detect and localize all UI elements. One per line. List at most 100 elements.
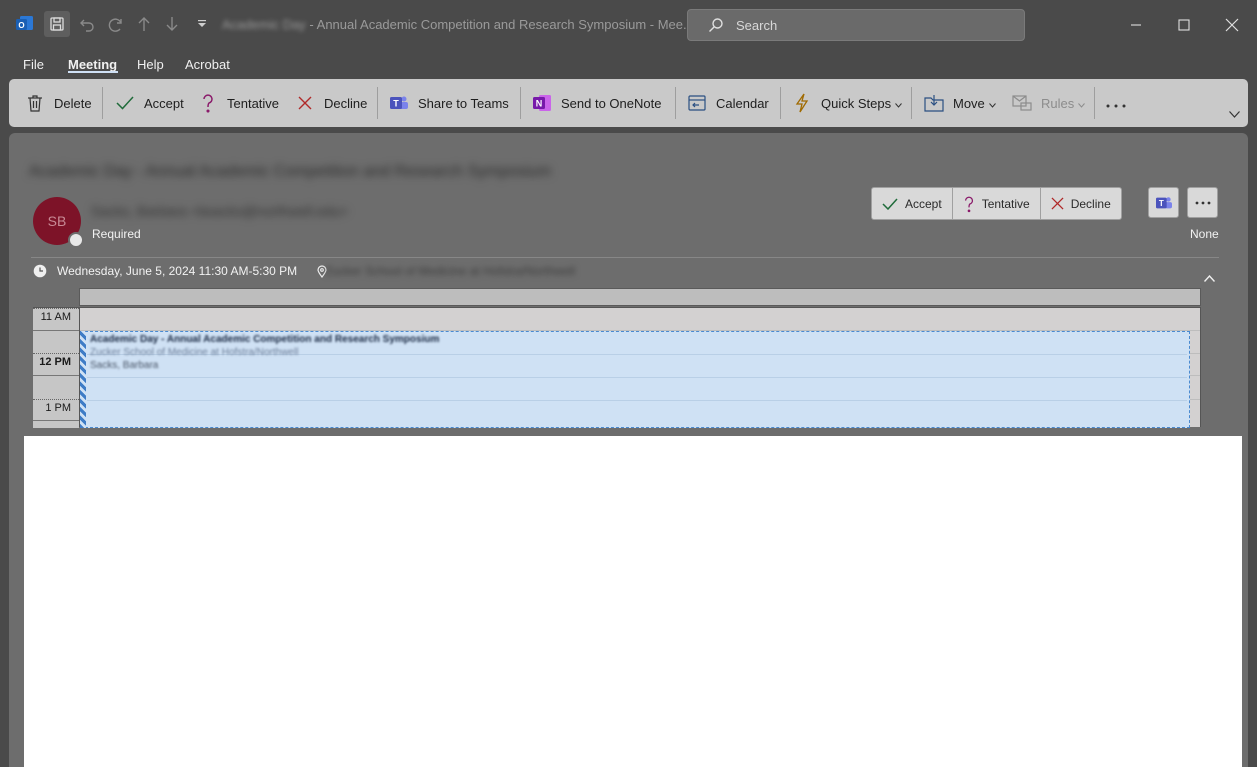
ribbon-separator — [377, 87, 378, 119]
menu-bar: File Meeting Help Acrobat — [0, 50, 1257, 78]
ellipsis-icon — [1195, 201, 1210, 204]
outlook-app-icon[interactable]: O — [15, 14, 35, 34]
save-button[interactable] — [44, 11, 70, 37]
time-divider — [33, 308, 79, 309]
onenote-icon: N — [532, 93, 552, 113]
hour-label-1pm: 1 PM — [45, 402, 71, 414]
active-tab-underline — [68, 71, 118, 73]
rsvp-accept-button[interactable]: Accept — [872, 188, 953, 219]
header-divider — [31, 257, 1219, 258]
rules-icon — [1012, 93, 1032, 113]
move-button[interactable]: Move — [924, 79, 996, 127]
decline-button[interactable]: Decline — [295, 79, 367, 127]
chevron-down-icon — [895, 96, 902, 111]
undo-icon[interactable] — [77, 14, 97, 34]
svg-text:N: N — [536, 99, 543, 109]
clock-icon — [33, 264, 47, 278]
decline-label: Decline — [324, 95, 368, 111]
meeting-datetime: Wednesday, June 5, 2024 11:30 AM-5:30 PM — [57, 264, 298, 278]
window-title-blurred: Academic Day — [222, 17, 306, 32]
menu-meeting[interactable]: Meeting — [68, 57, 117, 72]
maximize-button[interactable] — [1172, 13, 1196, 37]
event-title: Academic Day - Annual Academic Competiti… — [90, 334, 440, 345]
tentative-button[interactable]: Tentative — [198, 79, 279, 127]
menu-acrobat[interactable]: Acrobat — [185, 57, 230, 72]
rsvp-decline-button[interactable]: Decline — [1041, 188, 1121, 219]
hour-label-11am: 11 AM — [40, 311, 71, 323]
ribbon-toolbar: Delete Accept Tentative Decline T Share … — [9, 79, 1248, 127]
delete-button[interactable]: Delete — [25, 79, 92, 127]
expand-ribbon-icon[interactable] — [1229, 105, 1240, 123]
close-button[interactable] — [1220, 13, 1244, 37]
share-to-teams-button[interactable]: T Share to Teams — [389, 79, 509, 127]
more-options-button[interactable] — [1106, 79, 1126, 127]
rules-label: Rules — [1041, 95, 1075, 111]
question-mark-icon — [198, 93, 218, 113]
teams-icon: T — [389, 93, 409, 113]
time-divider — [33, 420, 79, 421]
more-actions-button[interactable] — [1187, 187, 1218, 218]
calendar-icon — [687, 93, 707, 113]
message-body[interactable] — [24, 436, 1242, 767]
collapse-chevron-up-icon[interactable] — [1203, 269, 1216, 287]
accept-button[interactable]: Accept — [115, 79, 184, 127]
minimize-button[interactable] — [1124, 13, 1148, 37]
quick-steps-button[interactable]: Quick Steps — [792, 79, 902, 127]
window-title: Academic Day - Annual Academic Competiti… — [222, 17, 694, 32]
ribbon-separator — [102, 87, 103, 119]
rsvp-decline-label: Decline — [1070, 196, 1111, 211]
delete-label: Delete — [54, 95, 92, 111]
presence-status-icon — [68, 232, 84, 248]
checkmark-icon — [115, 93, 135, 113]
window-title-rest: - Annual Academic Competition and Resear… — [305, 17, 694, 32]
send-to-onenote-button[interactable]: N Send to OneNote — [532, 79, 661, 127]
ribbon-separator — [1094, 87, 1095, 119]
calendar-event-block[interactable]: Academic Day - Annual Academic Competiti… — [80, 331, 1190, 428]
event-slot-line — [87, 377, 1187, 378]
menu-help[interactable]: Help — [137, 57, 164, 72]
event-organizer: Sacks, Barbara — [90, 360, 159, 371]
ribbon-separator — [780, 87, 781, 119]
meeting-subject: Academic Day - Annual Academic Competiti… — [29, 163, 552, 180]
event-slot-line — [87, 400, 1187, 401]
lightning-icon — [792, 93, 812, 113]
customize-toolbar-icon[interactable] — [192, 14, 212, 34]
rsvp-button-group: Accept Tentative Decline — [871, 187, 1122, 220]
event-tentative-stripe — [80, 331, 86, 428]
x-icon — [1051, 197, 1064, 210]
time-divider — [33, 399, 79, 400]
chevron-down-icon — [1078, 96, 1086, 111]
accept-label: Accept — [144, 95, 184, 111]
previous-item-icon[interactable] — [134, 14, 154, 34]
time-divider — [33, 353, 79, 354]
trash-icon — [25, 93, 45, 113]
hour-label-12pm: 12 PM — [39, 356, 71, 368]
move-label: Move — [953, 95, 985, 111]
organizer-name[interactable]: Sacks, Barbara <bsacks@northwell.edu> — [91, 203, 348, 219]
next-item-icon[interactable] — [162, 14, 182, 34]
calendar-label: Calendar — [716, 95, 769, 111]
calendar-preview: 11 AM 12 PM 1 PM Academic Day - Annual A… — [33, 288, 1201, 428]
required-label: Required — [92, 227, 141, 241]
rsvp-accept-label: Accept — [905, 196, 942, 211]
teams-chat-button[interactable]: T — [1148, 187, 1179, 218]
search-box[interactable]: Search — [687, 9, 1025, 41]
search-placeholder: Search — [736, 17, 778, 33]
ellipsis-icon — [1106, 96, 1126, 111]
response-status: None — [1190, 227, 1219, 241]
calendar-day-header — [79, 288, 1201, 306]
redo-icon[interactable] — [106, 14, 126, 34]
chevron-down-icon — [988, 96, 996, 111]
meeting-datetime-row: Wednesday, June 5, 2024 11:30 AM-5:30 PM — [33, 263, 327, 279]
calendar-button[interactable]: Calendar — [687, 79, 769, 127]
meeting-location[interactable]: Zucker School of Medicine at Hofstra/Nor… — [325, 264, 575, 278]
quick-steps-label: Quick Steps — [821, 95, 892, 111]
menu-file[interactable]: File — [23, 57, 44, 72]
ribbon-separator — [675, 87, 676, 119]
x-icon — [295, 93, 315, 113]
ribbon-separator — [911, 87, 912, 119]
time-divider — [33, 330, 79, 331]
rsvp-tentative-button[interactable]: Tentative — [953, 188, 1041, 219]
rules-button[interactable]: Rules — [1012, 79, 1086, 127]
svg-text:O: O — [18, 21, 24, 30]
